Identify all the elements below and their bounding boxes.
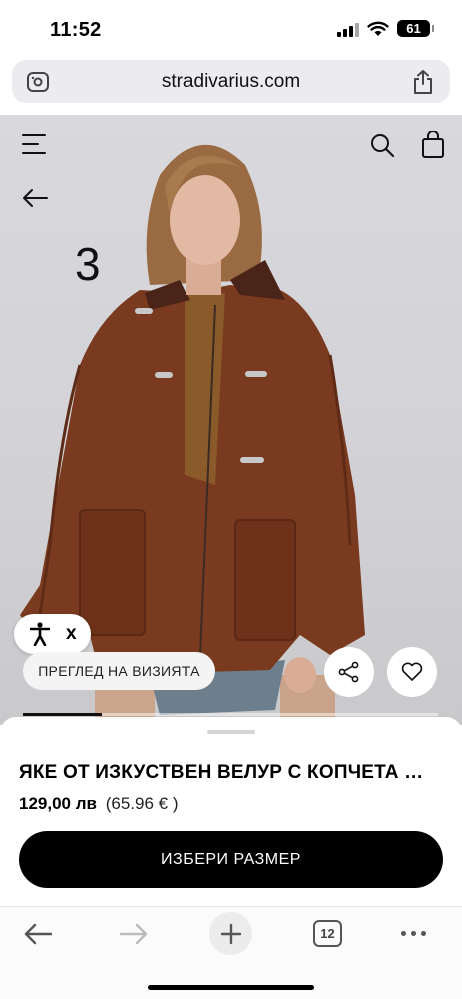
address-bar[interactable]: stradivarius.com	[12, 60, 450, 103]
status-bar: 11:52 61	[0, 0, 462, 58]
price-main: 129,00 лв	[19, 794, 97, 813]
forward-icon[interactable]	[120, 923, 148, 945]
sheet-handle[interactable]	[207, 730, 255, 734]
battery-icon: 61	[397, 20, 434, 37]
price-line: 129,00 лв (65.96 € )	[19, 794, 178, 814]
product-title: ЯКЕ ОТ ИЗКУСТВЕН ВЕЛУР С КОПЧЕТА МОНТГОМ…	[19, 762, 439, 783]
menu-icon[interactable]	[22, 133, 46, 155]
accessibility-close-button[interactable]: x	[66, 623, 77, 645]
product-info-sheet: ЯКЕ ОТ ИЗКУСТВЕН ВЕЛУР С КОПЧЕТА МОНТГОМ…	[0, 717, 462, 917]
new-tab-button[interactable]	[209, 912, 252, 955]
search-icon[interactable]	[369, 132, 395, 158]
accessibility-widget[interactable]: x	[14, 614, 91, 654]
wifi-icon	[367, 21, 389, 36]
slide-number: 3	[75, 238, 101, 290]
more-icon[interactable]	[401, 931, 426, 936]
status-time: 11:52	[50, 19, 102, 41]
signal-icon	[337, 21, 359, 37]
accessibility-icon[interactable]	[30, 622, 50, 646]
favorite-button[interactable]	[387, 647, 437, 697]
heart-icon	[401, 662, 423, 681]
share-icon[interactable]	[412, 69, 434, 95]
price-alt: (65.96 € )	[105, 794, 179, 813]
gallery-progress	[23, 713, 438, 716]
share-product-button[interactable]	[324, 647, 374, 697]
select-size-button[interactable]: ИЗБЕРИ РАЗМЕР	[19, 831, 443, 888]
shopping-bag-icon[interactable]	[421, 131, 445, 159]
new-tab-icon	[220, 923, 241, 944]
address-url[interactable]: stradivarius.com	[12, 71, 450, 93]
product-image[interactable]: 3 x ПРЕГЛЕД НА ВИЗИЯТА	[0, 115, 462, 725]
gallery-progress-fill	[23, 713, 102, 716]
home-indicator	[148, 985, 314, 990]
back-icon[interactable]	[24, 923, 52, 945]
back-arrow-icon[interactable]	[22, 188, 48, 208]
status-icons: 61	[337, 20, 434, 37]
tabs-icon[interactable]: 12	[313, 920, 342, 947]
preview-look-button[interactable]: ПРЕГЛЕД НА ВИЗИЯТА	[23, 652, 215, 690]
share-nodes-icon	[338, 661, 359, 683]
